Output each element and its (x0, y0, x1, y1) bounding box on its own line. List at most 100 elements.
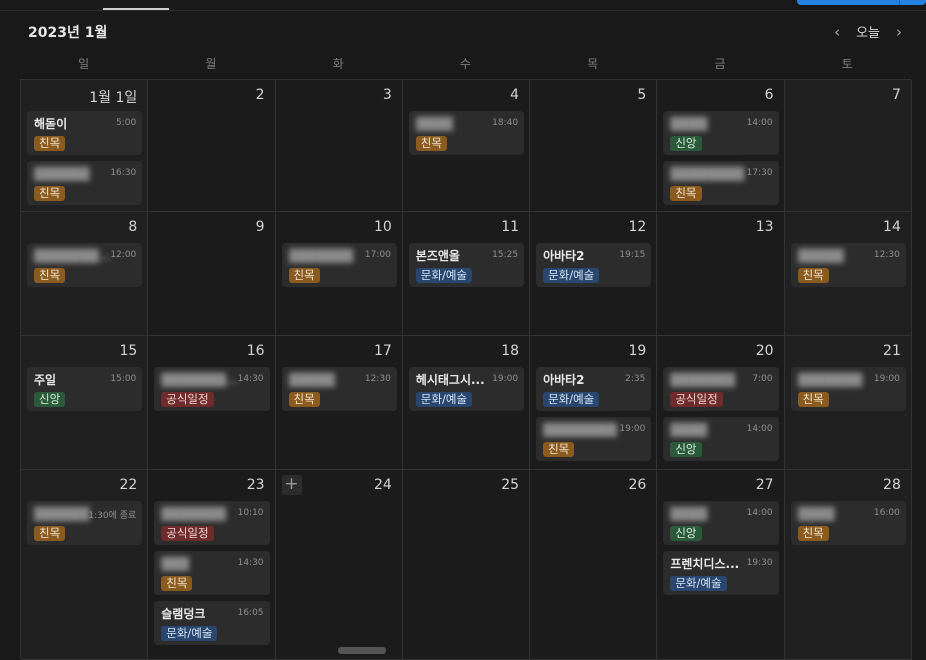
event-tag: 친목 (34, 186, 66, 201)
event-card[interactable]: 해돋이 5:00 친목 (27, 111, 143, 155)
day-cell[interactable]: 25 (402, 470, 531, 660)
event-list: 아바타2 19:15 문화/예술 (536, 243, 652, 287)
event-tag: 공식일정 (161, 392, 214, 407)
day-cell[interactable]: 19 아바타2 2:35 문화/예술 ████████ 19:00 친목 (530, 336, 658, 470)
day-cell[interactable]: 27 ████ 14:00 신앙프렌치디스... 19:30 문화/예술 (657, 470, 785, 660)
day-cell[interactable]: 7 (784, 80, 912, 212)
day-number: 4 (510, 87, 520, 103)
event-time: 14:00 (746, 508, 773, 518)
event-card[interactable]: ███████ 7:00 공식일정 (663, 367, 779, 411)
event-card[interactable]: 슬램덩크 16:05 문화/예술 (154, 601, 270, 645)
event-card[interactable]: 주일 15:00 신앙 (27, 367, 143, 411)
event-title: ███████ (161, 507, 226, 521)
event-card[interactable]: ████ 18:40 친목 (408, 111, 525, 155)
event-title: █████████ (161, 373, 240, 387)
add-event-button[interactable]: + (281, 475, 302, 495)
day-cell[interactable]: 18 헤시태그시... 19:00 문화/예술 (402, 336, 531, 470)
event-time: 19:30 (746, 558, 773, 568)
day-cell[interactable]: 26 (530, 470, 658, 660)
day-number: 26 (628, 477, 647, 493)
horizontal-scrollbar[interactable] (338, 647, 386, 654)
day-cell[interactable]: 24 + (275, 470, 403, 660)
day-number: 19 (628, 343, 647, 359)
event-title: █████ (797, 249, 844, 263)
event-card[interactable]: 아바타2 2:35 문화/예술 (536, 367, 652, 411)
day-number: 27 (755, 477, 774, 493)
day-number: 14 (883, 219, 901, 235)
event-card[interactable]: 아바타2 19:15 문화/예술 (536, 243, 652, 287)
event-title: █████ (288, 373, 335, 387)
event-list: ████ 18:40 친목 (408, 111, 525, 155)
event-list: █████ 12:30 친목 (790, 243, 906, 287)
event-card[interactable]: ███████ 17:00 친목 (281, 243, 397, 287)
event-list: ███████ 17:00 친목 (281, 243, 397, 287)
new-button[interactable] (797, 0, 926, 5)
event-card[interactable]: ███████ 19:00 친목 (790, 367, 906, 411)
event-title: ████████ (543, 423, 617, 437)
day-cell[interactable]: 22 ██████ 1:30에 종료 친목 (21, 470, 149, 660)
event-tag: 친목 (543, 442, 575, 457)
event-title: ███████ (670, 373, 735, 387)
day-cell[interactable]: 6 ████ 14:00 신앙 ████████ 17:30 친목 (657, 80, 785, 212)
event-card[interactable]: █████████ 14:30 공식일정 (154, 367, 270, 411)
day-cell[interactable]: 13 (657, 212, 785, 336)
day-number: 1월 1일 (89, 90, 138, 106)
event-card[interactable]: ████████ 19:00 친목 (536, 417, 652, 461)
event-time: 14:00 (746, 118, 773, 128)
event-card[interactable]: 프렌치디스... 19:30 문화/예술 (663, 551, 779, 595)
event-card[interactable]: ████ 14:00 신앙 (663, 111, 779, 155)
day-cell[interactable]: 3 (275, 80, 403, 212)
event-title: 해돋이 (34, 117, 68, 131)
event-card[interactable]: ████ 14:00 신앙 (663, 417, 779, 461)
day-cell[interactable]: 20 ███████ 7:00 공식일정 ████ 14:00 신앙 (657, 336, 785, 470)
day-number: 21 (883, 343, 901, 359)
event-title: ███████ (797, 373, 863, 387)
event-time: 1:30에 종료 (88, 511, 137, 521)
day-number: 23 (246, 477, 265, 493)
event-time: 17:30 (746, 168, 773, 178)
day-cell[interactable]: 5 (530, 80, 658, 212)
day-cell[interactable]: 8 █████████ 12:00 친목 (21, 212, 149, 336)
chevron-left-icon[interactable]: ‹ (830, 23, 844, 41)
event-list: 헤시태그시... 19:00 문화/예술 (408, 367, 525, 411)
event-card[interactable]: ███ 14:30 친목 (154, 551, 270, 595)
event-card[interactable]: ██████ 1:30에 종료 친목 (27, 501, 143, 545)
chevron-right-icon[interactable]: › (892, 23, 906, 41)
day-cell[interactable]: 14 █████ 12:30 친목 (784, 212, 912, 336)
event-card[interactable]: ████ 14:00 신앙 (663, 501, 779, 545)
day-cell[interactable]: 17 █████ 12:30 친목 (275, 336, 403, 470)
event-time: 16:00 (873, 508, 900, 518)
day-cell[interactable]: 16 █████████ 14:30 공식일정 (148, 336, 276, 470)
event-tag: 친목 (34, 526, 66, 541)
event-title: 헤시태그시... (415, 373, 485, 387)
event-card[interactable]: ███████ 10:10 공식일정 (154, 501, 270, 545)
event-card[interactable]: █████ 12:30 친목 (281, 367, 397, 411)
day-cell[interactable]: 28 ████ 16:00 친목 (784, 470, 912, 660)
day-cell[interactable]: 23 ███████ 10:10 공식일정 ███ 14:30 친목슬램덩크 16:05 문화/… (148, 470, 276, 660)
event-card[interactable]: █████████ 12:00 친목 (27, 243, 143, 287)
event-title: ████ (797, 507, 835, 521)
day-number: 25 (501, 477, 520, 493)
event-card[interactable]: ██████ 16:30 친목 (27, 161, 143, 205)
event-card[interactable]: 헤시태그시... 19:00 문화/예술 (408, 367, 525, 411)
day-cell[interactable]: 15 주일 15:00 신앙 (21, 336, 149, 470)
event-card[interactable]: █████ 12:30 친목 (790, 243, 906, 287)
day-cell[interactable]: 9 (148, 212, 276, 336)
today-button[interactable]: 오늘 (856, 22, 880, 41)
event-card[interactable]: 본즈앤올 15:25 문화/예술 (408, 243, 525, 287)
event-list: █████████ 12:00 친목 (27, 243, 143, 287)
event-title: ██████ (34, 167, 90, 181)
event-list: █████████ 14:30 공식일정 (154, 367, 270, 411)
day-cell[interactable]: 1월 1일해돋이 5:00 친목 ██████ 16:30 친목 (21, 80, 149, 212)
event-tag: 친목 (161, 576, 193, 591)
day-cell[interactable]: 4 ████ 18:40 친목 (402, 80, 531, 212)
event-card[interactable]: ████ 16:00 친목 (790, 501, 906, 545)
event-time: 16:30 (110, 168, 137, 178)
day-cell[interactable]: 10 ███████ 17:00 친목 (275, 212, 403, 336)
event-card[interactable]: ████████ 17:30 친목 (663, 161, 779, 205)
day-cell[interactable]: 11 본즈앤올 15:25 문화/예술 (402, 212, 531, 336)
day-cell[interactable]: 12 아바타2 19:15 문화/예술 (530, 212, 658, 336)
day-number: 24 (373, 477, 392, 493)
day-cell[interactable]: 2 (148, 80, 276, 212)
day-cell[interactable]: 21 ███████ 19:00 친목 (784, 336, 912, 470)
